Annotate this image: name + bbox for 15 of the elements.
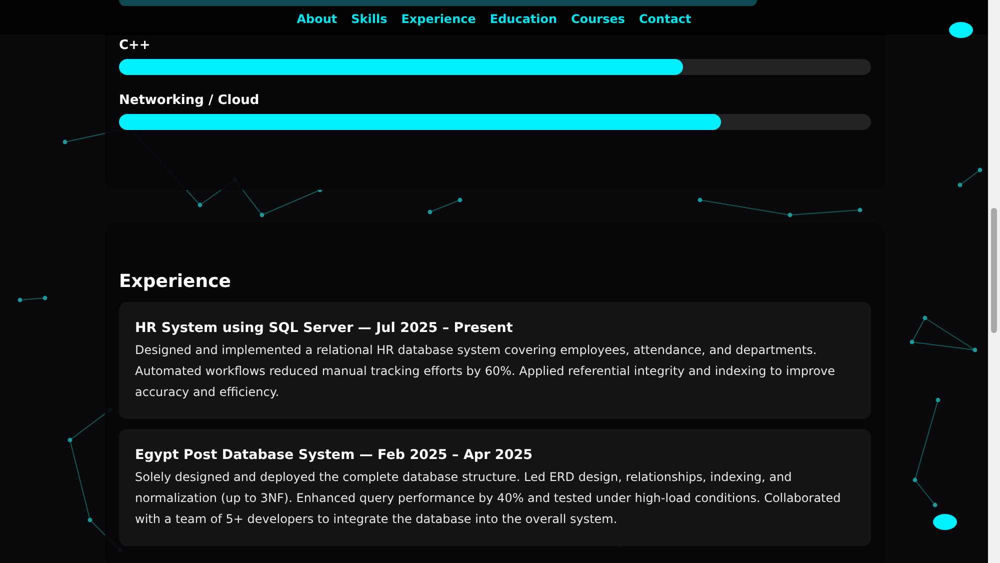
nav-link[interactable]: Contact	[639, 12, 692, 26]
nav-link[interactable]: Courses	[571, 12, 625, 26]
nav-link[interactable]: Education	[490, 12, 558, 26]
skill-name: Networking / Cloud	[119, 93, 260, 108]
nav-link[interactable]: About	[296, 12, 338, 26]
round-button[interactable]	[933, 514, 957, 530]
nav-link[interactable]: Experience	[401, 12, 476, 26]
experience-description: Designed and implemented a relational HR database system covering employees, attendance, and departments. Automated workflows reduced manual tracking efforts by 60%. Applied referential integrity and indexing to improve accuracy and efficiency.	[135, 342, 836, 401]
experience-title: Egypt Post Database System — Feb 2025 – Apr 2025	[135, 447, 534, 463]
experience-description: Solely designed and deployed the complete database structure. Led ERD design, relationships, indexing, and normalization (up to 3NF). Enhanced query performance by 40% and tested under high-load conditions. Collaborated with a team of 5+ developers to integrate the database into the overall system.	[135, 469, 842, 528]
skill-name: C++	[119, 38, 152, 53]
section-heading: Experience	[119, 271, 232, 292]
scrollbar[interactable]	[988, 0, 1000, 563]
nav-link[interactable]: Skills	[351, 12, 388, 26]
experience-title: HR System using SQL Server — Jul 2025 – Present	[135, 320, 514, 336]
